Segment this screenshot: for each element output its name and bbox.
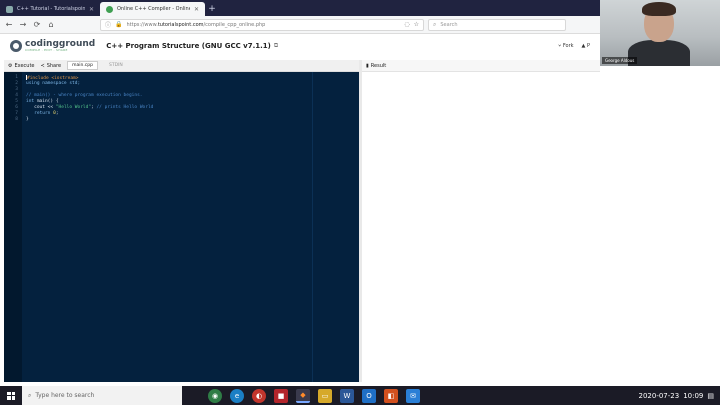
site-header: codingground COMPILE . EDIT . SHARE C++ … (0, 34, 600, 58)
bookmark-star-icon[interactable]: ☆ (414, 21, 419, 28)
code-line[interactable]: 8} (4, 117, 359, 123)
pocket-icon[interactable]: ◌ (404, 21, 409, 28)
code-token: // prints Hello World (96, 105, 154, 110)
project-button[interactable]: ▲ P (582, 43, 590, 49)
code-token: int (26, 99, 35, 104)
webcam-overlay: George Aldous (600, 0, 720, 66)
share-icon: ≺ (40, 62, 45, 69)
code-token: main() { (34, 99, 59, 104)
firefox-icon[interactable]: ◆ (296, 388, 310, 403)
tab-stdin[interactable]: STDIN (104, 61, 128, 70)
code-token: return (26, 111, 54, 116)
page-background (600, 66, 720, 382)
forward-icon[interactable]: → (18, 20, 28, 30)
notifications-icon[interactable]: ▤ (707, 392, 714, 400)
code-token: // main() - where program execution begi… (26, 93, 143, 98)
mail-icon[interactable]: ✉ (406, 388, 420, 403)
codingground-logo[interactable]: codingground COMPILE . EDIT . SHARE (10, 40, 95, 52)
close-icon[interactable]: ✕ (89, 6, 94, 13)
file-explorer-icon[interactable]: ▭ (318, 388, 332, 403)
tab-title: Online C++ Compiler - Online (117, 6, 190, 12)
compiler-favicon-icon (106, 5, 113, 13)
browser-tab-tutorial[interactable]: C++ Tutorial - Tutorialspoint ✕ (0, 2, 100, 16)
lock-icon: 🔒 (115, 21, 123, 28)
logo-icon (10, 40, 22, 52)
logo-tagline: COMPILE . EDIT . SHARE (25, 48, 68, 52)
windows-logo-icon (7, 391, 15, 400)
home-icon[interactable]: ⌂ (46, 20, 56, 30)
info-icon[interactable]: ⓘ (105, 20, 111, 29)
close-icon[interactable]: ✕ (194, 6, 199, 13)
url-text: https://www.tutorialspoint.com/compile_c… (126, 21, 266, 28)
tab-main-cpp[interactable]: main.cpp (67, 61, 98, 70)
browser-search-box[interactable]: ⌕ Search (428, 18, 566, 31)
taskbar-search-placeholder: Type here to search (35, 392, 95, 399)
search-placeholder: Search (440, 21, 458, 28)
windows-taskbar: ⌕ Type here to search ◉ e ◐ ■ ◆ ▭ W O ◧ … (0, 386, 720, 405)
search-icon: ⌕ (28, 391, 32, 399)
browser-tab-compiler[interactable]: Online C++ Compiler - Online ✕ (100, 2, 205, 16)
code-token: ; (55, 111, 59, 116)
browser-tab-strip: C++ Tutorial - Tutorialspoint ✕ Online C… (0, 0, 600, 16)
chrome-icon[interactable]: ◉ (208, 388, 222, 403)
code-text: } (26, 117, 29, 123)
fork-button[interactable]: ⑂ Fork (558, 43, 573, 49)
address-bar[interactable]: ⓘ 🔒 https://www.tutorialspoint.com/compi… (100, 18, 424, 31)
search-icon: ⌕ (433, 20, 437, 28)
start-button[interactable] (0, 386, 22, 405)
office-icon[interactable]: ◧ (384, 388, 398, 403)
new-tab-icon[interactable]: + (205, 2, 219, 16)
tray-time[interactable]: 10:09 (683, 392, 703, 400)
page-title: C++ Program Structure (GNU GCC v7.1.1) (106, 42, 271, 50)
browser-toolbar: ← → ⟳ ⌂ ⓘ 🔒 https://www.tutorialspoint.c… (0, 16, 600, 34)
word-icon[interactable]: W (340, 388, 354, 403)
presenter-hair (642, 2, 676, 16)
code-token: } (26, 117, 29, 122)
execute-button[interactable]: ⚙ Execute (8, 63, 34, 69)
tray-date[interactable]: 2020-07-23 (639, 392, 680, 400)
line-number: 8 (15, 117, 18, 122)
share-button[interactable]: ≺ Share (40, 63, 61, 69)
reload-icon[interactable]: ⟳ (32, 20, 42, 30)
tutorialspoint-favicon-icon (6, 5, 13, 13)
presenter-name-tag: George Aldous (602, 57, 638, 64)
result-label: Result (370, 62, 387, 69)
code-editor[interactable]: 1 #include <iostream> 2 using namespace std… (4, 72, 359, 382)
code-token: cout << (26, 105, 56, 110)
media-icon[interactable]: ◐ (252, 388, 266, 403)
back-icon[interactable]: ← (4, 20, 14, 30)
code-token: using namespace std; (26, 81, 81, 86)
taskbar-apps: ◉ e ◐ ■ ◆ ▭ W O ◧ ✉ (208, 388, 420, 403)
app-red-icon[interactable]: ■ (274, 388, 288, 403)
project-icon: ▲ (581, 43, 586, 49)
edge-icon[interactable]: e (230, 388, 244, 403)
system-tray: 2020-07-23 10:09 ▤ (639, 392, 720, 400)
taskbar-search[interactable]: ⌕ Type here to search (22, 386, 182, 405)
edit-title-icon[interactable]: ⧉ (274, 42, 278, 50)
result-header: ▮ Result (362, 60, 600, 72)
screen: C++ Tutorial - Tutorialspoint ✕ Online C… (0, 0, 720, 405)
result-pane (362, 72, 600, 382)
execute-icon: ⚙ (8, 62, 13, 69)
editor-toolbar: ⚙ Execute ≺ Share main.cpp STDIN (4, 60, 359, 72)
code-token: "Hello World" (55, 105, 92, 110)
result-icon: ▮ (366, 62, 369, 69)
fork-icon: ⑂ (558, 43, 562, 49)
outlook-icon[interactable]: O (362, 388, 376, 403)
tab-title: C++ Tutorial - Tutorialspoint (17, 6, 85, 12)
